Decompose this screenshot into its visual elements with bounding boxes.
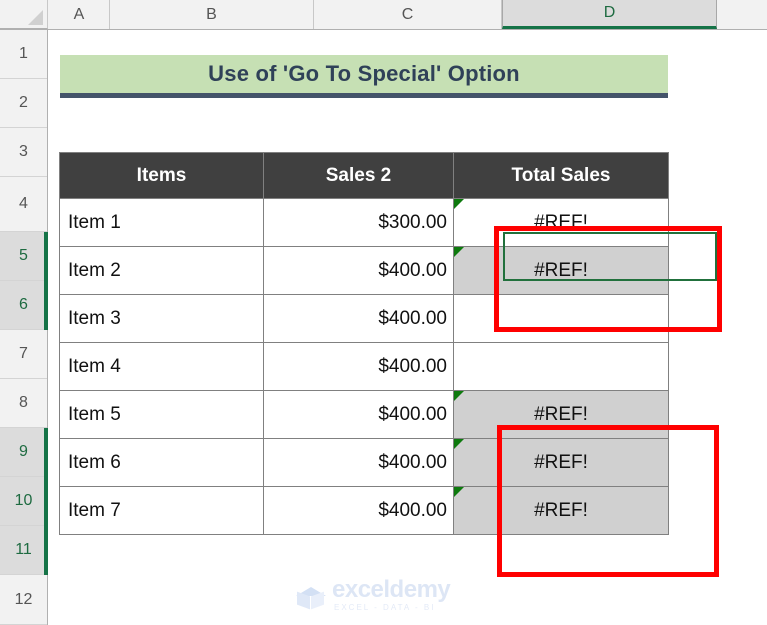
exceldemy-watermark: exceldemy EXCEL - DATA - BI [296, 575, 486, 615]
column-header-b[interactable]: B [110, 0, 314, 29]
table-header-row: Items Sales 2 Total Sales [59, 152, 669, 199]
data-table[interactable]: Items Sales 2 Total Sales Item 1 $300.00 #… [59, 152, 669, 535]
cell-item[interactable]: Item 1 [59, 198, 264, 247]
table-row: Item 2 $400.00 #REF! [59, 246, 669, 295]
cell-total[interactable] [453, 294, 669, 343]
column-header-sales2[interactable]: Sales 2 [263, 152, 454, 199]
row-header-4[interactable]: 4 [0, 177, 47, 232]
cell-item[interactable]: Item 4 [59, 342, 264, 391]
table-row: Item 1 $300.00 #REF! [59, 198, 669, 247]
cell-total[interactable]: #REF! [453, 438, 669, 487]
cell-total[interactable]: #REF! [453, 486, 669, 535]
cell-sales[interactable]: $400.00 [263, 246, 454, 295]
error-flag-triangle-icon [454, 487, 464, 497]
row-header-10[interactable]: 10 [0, 477, 47, 526]
error-flag-triangle-icon [454, 439, 464, 449]
cell-total[interactable]: #REF! [453, 390, 669, 439]
cell-sales[interactable]: $400.00 [263, 294, 454, 343]
cell-total[interactable] [453, 342, 669, 391]
worksheet-title-banner[interactable]: Use of 'Go To Special' Option [60, 55, 668, 98]
table-row: Item 3 $400.00 [59, 294, 669, 343]
table-row: Item 5 $400.00 #REF! [59, 390, 669, 439]
row-header-8[interactable]: 8 [0, 379, 47, 428]
table-body: Item 1 $300.00 #REF! Item 2 $400.00 #REF! Item… [59, 198, 669, 535]
cell-sales[interactable]: $400.00 [263, 342, 454, 391]
row-header-9[interactable]: 9 [0, 428, 47, 477]
cell-total-value: #REF! [534, 211, 588, 233]
watermark-tagline: EXCEL - DATA - BI [334, 603, 436, 612]
select-all-corner-button[interactable] [0, 0, 48, 29]
watermark-brand: exceldemy [332, 576, 451, 603]
cell-item[interactable]: Item 7 [59, 486, 264, 535]
cell-sales[interactable]: $400.00 [263, 438, 454, 487]
row-header-11[interactable]: 11 [0, 526, 47, 575]
row-header-5[interactable]: 5 [0, 232, 47, 281]
cell-sales[interactable]: $400.00 [263, 390, 454, 439]
selected-row-indicator-2 [44, 428, 48, 575]
column-header-d[interactable]: D [502, 0, 717, 29]
cell-sales[interactable]: $300.00 [263, 198, 454, 247]
selected-row-indicator-1 [44, 232, 48, 330]
column-header-total[interactable]: Total Sales [453, 152, 669, 199]
cell-sales[interactable]: $400.00 [263, 486, 454, 535]
table-row: Item 7 $400.00 #REF! [59, 486, 669, 535]
cell-item[interactable]: Item 3 [59, 294, 264, 343]
row-header-7[interactable]: 7 [0, 330, 47, 379]
row-header-3[interactable]: 3 [0, 128, 47, 177]
cell-item[interactable]: Item 5 [59, 390, 264, 439]
cell-item[interactable]: Item 6 [59, 438, 264, 487]
select-all-triangle-icon [28, 10, 43, 25]
table-row: Item 4 $400.00 [59, 342, 669, 391]
cell-total-value: #REF! [534, 403, 588, 425]
error-flag-triangle-icon [454, 391, 464, 401]
exceldemy-cube-logo-icon [296, 580, 326, 610]
page-title: Use of 'Go To Special' Option [208, 61, 520, 86]
cell-item[interactable]: Item 2 [59, 246, 264, 295]
row-header-6[interactable]: 6 [0, 281, 47, 330]
column-header-a[interactable]: A [49, 0, 110, 29]
cell-total-value: #REF! [534, 259, 588, 281]
error-flag-triangle-icon [454, 199, 464, 209]
column-header-items[interactable]: Items [59, 152, 264, 199]
spreadsheet-canvas[interactable]: Use of 'Go To Special' Option Items Sale… [0, 0, 767, 625]
column-header-c[interactable]: C [314, 0, 502, 29]
cell-total[interactable]: #REF! [453, 246, 669, 295]
row-header-12[interactable]: 12 [0, 575, 47, 625]
row-header-2[interactable]: 2 [0, 79, 47, 128]
table-row: Item 6 $400.00 #REF! [59, 438, 669, 487]
cell-total[interactable]: #REF! [453, 198, 669, 247]
cell-total-value: #REF! [534, 499, 588, 521]
cell-total-value: #REF! [534, 451, 588, 473]
error-flag-triangle-icon [454, 247, 464, 257]
row-header-1[interactable]: 1 [0, 30, 47, 79]
